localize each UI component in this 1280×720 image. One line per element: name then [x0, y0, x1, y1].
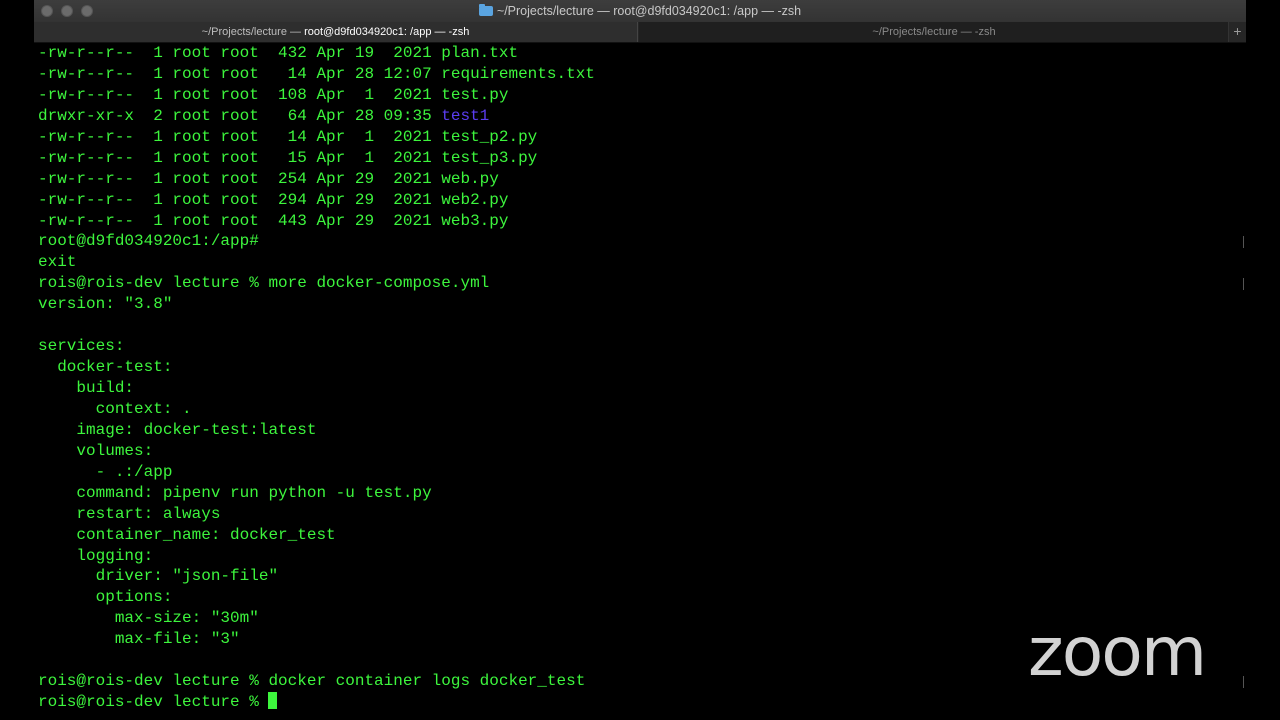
terminal-line: container_name: docker_test	[38, 525, 336, 544]
terminal-line: restart: always	[38, 504, 221, 523]
terminal-line: image: docker-test:latest	[38, 420, 317, 439]
tab-zsh[interactable]: ~/Projects/lecture — -zsh	[639, 22, 1229, 42]
terminal-window: ~/Projects/lecture — root@d9fd034920c1: …	[34, 0, 1246, 720]
scroll-marker	[1243, 278, 1244, 290]
title-bar[interactable]: ~/Projects/lecture — root@d9fd034920c1: …	[34, 0, 1246, 23]
terminal-line: build:	[38, 379, 135, 397]
window-title-text: ~/Projects/lecture — root@d9fd034920c1: …	[496, 4, 802, 18]
terminal-line: -rw-r--r-- 1 root root 443 Apr 29 2021 w…	[38, 211, 509, 230]
scroll-marker	[1243, 236, 1244, 248]
tab-label-emphasis: root@d9fd034920c1: /app — -zsh	[304, 26, 470, 38]
terminal-line: -rw-r--r-- 1 root root 14 Apr 1 2021 tes…	[38, 127, 538, 146]
listing-prefix: drwxr-xr-x 2 root root 64 Apr 28 09:35	[38, 106, 442, 125]
terminal-line: -rw-r--r-- 1 root root 254 Apr 29 2021 w…	[38, 169, 499, 188]
zoom-logo: zoom	[1028, 613, 1207, 692]
terminal-line: services:	[38, 337, 125, 356]
tab-bar: ~/Projects/lecture — root@d9fd034920c1: …	[34, 22, 1246, 43]
terminal-line: options:	[38, 588, 173, 607]
terminal-line: exit	[38, 253, 77, 272]
tab-docker-shell[interactable]: ~/Projects/lecture — root@d9fd034920c1: …	[34, 22, 638, 42]
terminal-line: -rw-r--r-- 1 root root 15 Apr 1 2021 tes…	[38, 148, 538, 167]
scroll-marker	[1243, 676, 1244, 688]
window-title: ~/Projects/lecture — root@d9fd034920c1: …	[34, 0, 1246, 22]
terminal-line: -rw-r--r-- 1 root root 108 Apr 1 2021 te…	[38, 85, 509, 104]
shell-prompt: rois@rois-dev lecture %	[38, 693, 269, 712]
terminal-line: - .:/app	[38, 462, 173, 481]
terminal-line: -rw-r--r-- 1 root root 14 Apr 28 12:07 r…	[38, 64, 595, 83]
new-tab-button[interactable]: +	[1228, 22, 1246, 42]
tab-label: ~/Projects/lecture — -zsh	[872, 26, 996, 38]
text-cursor	[268, 692, 278, 710]
terminal-line: -rw-r--r-- 1 root root 432 Apr 19 2021 p…	[38, 44, 519, 62]
terminal-line: root@d9fd034920c1:/app#	[38, 232, 259, 251]
directory-name: test1	[441, 106, 490, 125]
prompt-line[interactable]: rois@rois-dev lecture %	[38, 692, 1238, 713]
terminal-line: logging:	[38, 546, 154, 565]
terminal-line: version: "3.8"	[38, 295, 173, 314]
tab-label-prefix: ~/Projects/lecture —	[201, 26, 305, 38]
terminal-line: context: .	[38, 399, 192, 418]
folder-icon	[478, 4, 493, 16]
terminal-line: volumes:	[38, 441, 154, 460]
terminal-line: -rw-r--r-- 1 root root 294 Apr 29 2021 w…	[38, 190, 509, 209]
terminal-line: docker-test:	[38, 358, 173, 377]
terminal-line: command: pipenv run python -u test.py	[38, 483, 432, 502]
terminal-line: drwxr-xr-x 2 root root 64 Apr 28 09:35 t…	[38, 106, 1238, 127]
terminal-line: rois@rois-dev lecture % more docker-comp…	[38, 274, 490, 293]
terminal-line: driver: "json-file"	[38, 567, 279, 586]
